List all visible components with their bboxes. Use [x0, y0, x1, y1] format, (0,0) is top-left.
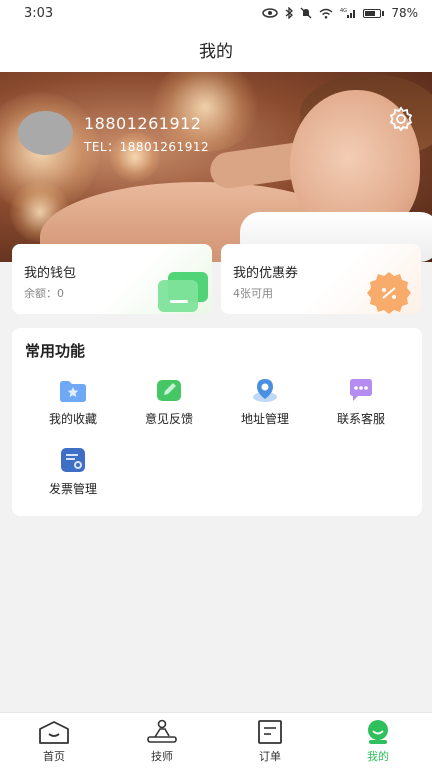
tab-home[interactable]: 首页 — [0, 713, 108, 769]
chat-bubble-icon — [350, 379, 372, 401]
bottom-tab-bar: 首页 技师 订单 我的 — [0, 712, 432, 769]
wallet-icon — [158, 272, 208, 312]
feedback-pencil-icon — [157, 380, 181, 401]
battery-percent: 78% — [391, 6, 418, 20]
wallet-title: 我的钱包 — [24, 266, 77, 281]
func-customer-service-label: 联系客服 — [336, 412, 385, 426]
balance-label: 余额： — [24, 287, 57, 300]
battery-icon — [363, 8, 385, 18]
common-functions-panel: 常用功能 我的收藏 意见反馈 地址管理 联系客服 发票管理 — [12, 328, 422, 516]
profile-banner-image — [0, 72, 432, 262]
user-phone: 18801261912 — [84, 114, 202, 133]
location-icon — [253, 379, 277, 402]
status-time: 3:03 — [24, 5, 54, 21]
user-tel-line: TEL：18801261912 — [84, 138, 209, 155]
wallet-card[interactable]: 我的钱包 余额：0 — [12, 244, 212, 314]
func-feedback[interactable]: 意见反馈 — [121, 376, 217, 427]
tab-profile-label: 我的 — [367, 750, 389, 763]
func-customer-service[interactable]: 联系客服 — [313, 376, 409, 427]
tel-value: 18801261912 — [119, 140, 210, 154]
home-icon — [39, 721, 69, 744]
func-feedback-label: 意见反馈 — [144, 412, 193, 426]
signal-icon: 4G — [340, 8, 356, 18]
page-title: 我的 — [199, 41, 233, 62]
avatar[interactable] — [18, 111, 73, 155]
star-folder-icon — [60, 381, 86, 402]
technician-icon — [147, 719, 177, 743]
status-bar: 3:03 4G 78% — [0, 0, 432, 26]
tab-home-label: 首页 — [43, 750, 65, 763]
func-invoice[interactable]: 发票管理 — [25, 446, 121, 497]
profile-icon — [368, 720, 388, 744]
wifi-icon — [319, 8, 333, 19]
bluetooth-icon — [285, 7, 294, 19]
coupon-badge-icon — [367, 272, 411, 314]
func-favorites[interactable]: 我的收藏 — [25, 376, 121, 427]
tab-technician[interactable]: 技师 — [108, 713, 216, 769]
coupon-card[interactable]: 我的优惠券 4张可用 — [221, 244, 421, 314]
tel-label: TEL： — [84, 140, 120, 154]
func-address-label: 地址管理 — [240, 412, 289, 426]
tab-orders-label: 订单 — [259, 750, 281, 763]
tab-profile[interactable]: 我的 — [324, 713, 432, 769]
tab-orders[interactable]: 订单 — [216, 713, 324, 769]
balance-value: 0 — [57, 287, 64, 300]
coupon-title: 我的优惠券 — [233, 266, 299, 281]
order-icon — [258, 720, 282, 744]
common-functions-title: 常用功能 — [25, 342, 86, 360]
func-favorites-label: 我的收藏 — [48, 412, 97, 426]
invoice-icon — [61, 448, 85, 472]
wallet-balance: 余额：0 — [24, 285, 64, 301]
settings-gear-icon[interactable] — [388, 106, 414, 132]
func-address[interactable]: 地址管理 — [217, 376, 313, 427]
title-bar: 我的 — [0, 26, 432, 72]
func-invoice-label: 发票管理 — [48, 482, 97, 496]
coupon-count: 4张可用 — [233, 287, 273, 300]
eye-icon — [262, 8, 279, 18]
svg-text:4G: 4G — [340, 8, 347, 14]
mute-bell-icon — [300, 7, 312, 19]
tab-technician-label: 技师 — [151, 750, 173, 763]
battery-fill — [365, 10, 376, 16]
status-icons: 4G 78% — [262, 6, 418, 20]
